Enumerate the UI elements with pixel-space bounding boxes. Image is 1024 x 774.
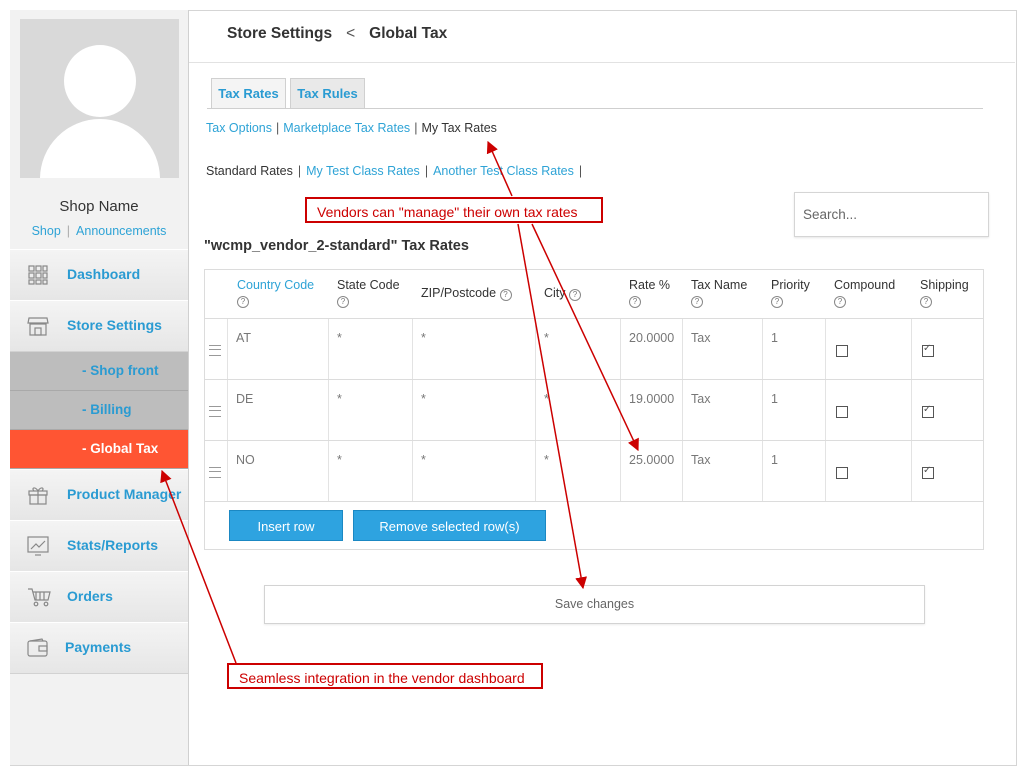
arrow-to-my-tax-rates: [486, 140, 513, 197]
annotation-bottom: Seamless integration in the vendor dashb…: [227, 663, 543, 689]
annotation-arrows: [160, 140, 639, 664]
arrow-to-global-tax: [160, 469, 237, 664]
annotation-top: Vendors can "manage" their own tax rates: [305, 197, 603, 223]
arrow-to-save: [517, 223, 588, 590]
arrow-to-rate: [531, 223, 639, 452]
